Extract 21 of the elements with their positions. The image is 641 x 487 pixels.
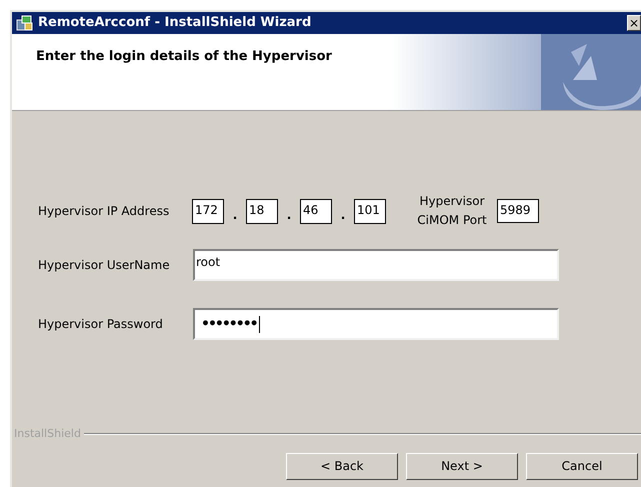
field-label: Hypervisor IP Address [38, 203, 170, 220]
dot-separator: . [340, 207, 346, 224]
page-heading: Enter the login details of the Hypervisor [36, 48, 332, 66]
wizard-button[interactable]: Cancel [526, 452, 638, 480]
ip-octet-field[interactable]: 101 [354, 198, 386, 224]
password-field[interactable]: •••••••• [193, 308, 559, 340]
port-field[interactable]: 5989 [497, 199, 539, 223]
ip-octet-field[interactable]: 172 [192, 198, 224, 224]
close-button[interactable]: × [627, 15, 641, 31]
wizard-button[interactable]: Next > [406, 452, 518, 480]
installer-icon [16, 14, 34, 32]
field-label: Hypervisor Password [38, 316, 164, 333]
window-title: RemoteArcconf - InstallShield Wizard [38, 14, 312, 32]
field-label: Hypervisor UserName [38, 257, 171, 274]
username-field[interactable]: root [193, 249, 559, 281]
dot-separator: . [232, 207, 238, 224]
field-label: Hypervisor CiMOM Port [416, 193, 488, 229]
ip-octet-field[interactable]: 46 [300, 198, 332, 224]
wizard-button[interactable]: < Back [286, 452, 398, 480]
dot-separator: . [286, 207, 292, 224]
ip-octet-field[interactable]: 18 [246, 198, 278, 224]
